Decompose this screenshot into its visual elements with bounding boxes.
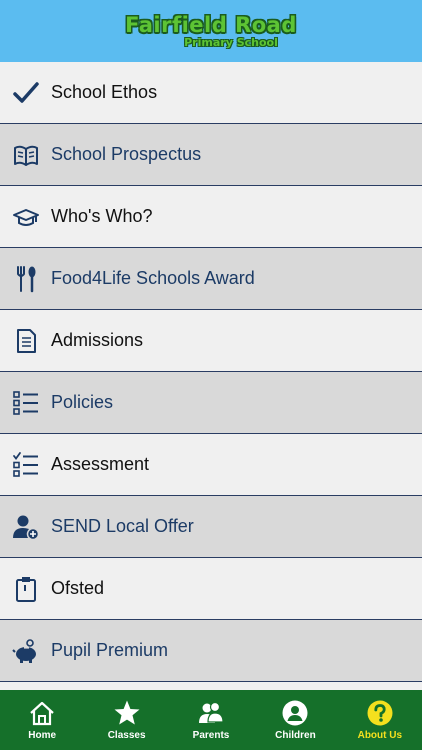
menu-item-label: School Ethos: [51, 82, 158, 102]
menu-item-label: Ofsted: [51, 578, 105, 598]
tab-label: Parents: [192, 730, 230, 741]
tab-parents[interactable]: Parents: [169, 690, 253, 750]
logo-subtitle: Primary School: [184, 35, 278, 49]
menu-item-label: Admissions: [51, 330, 144, 350]
tab-home[interactable]: Home: [0, 690, 84, 750]
fork-spoon-icon: [0, 265, 51, 293]
piggy-bank-icon: [0, 637, 51, 665]
checkbox-list-icon: [0, 389, 51, 417]
child-icon: [282, 700, 308, 726]
document-icon: [0, 327, 51, 355]
about-menu-list[interactable]: School Ethos School Prospectus Who's Who…: [0, 62, 422, 690]
menu-item-ofsted[interactable]: Ofsted: [0, 558, 422, 620]
question-icon: [367, 700, 393, 726]
tab-children[interactable]: Children: [253, 690, 337, 750]
star-icon: [114, 700, 140, 725]
menu-item-school-prospectus[interactable]: School Prospectus: [0, 124, 422, 186]
menu-item-food4life[interactable]: Food4Life Schools Award: [0, 248, 422, 310]
add-user-icon: [0, 513, 51, 541]
clipboard-icon: [0, 575, 51, 603]
book-icon: [0, 141, 51, 169]
menu-item-policies[interactable]: Policies: [0, 372, 422, 434]
menu-item-admissions[interactable]: Admissions: [0, 310, 422, 372]
menu-item-label: Assessment: [51, 454, 150, 474]
menu-item-label: School Prospectus: [51, 144, 202, 164]
tab-label: Home: [28, 730, 57, 741]
menu-item-label: Policies: [51, 392, 114, 412]
menu-item-label: SEND Local Offer: [51, 516, 194, 536]
menu-item-label: Pupil Premium: [51, 640, 169, 660]
tab-label: Classes: [107, 730, 146, 741]
app-header: Fairfield Road Primary School: [0, 0, 422, 62]
menu-item-label: Food4Life Schools Award: [51, 268, 255, 288]
checklist-icon: [0, 451, 51, 479]
menu-item-assessment[interactable]: Assessment: [0, 434, 422, 496]
menu-item-pupil-premium[interactable]: Pupil Premium: [0, 620, 422, 682]
graduation-cap-icon: [0, 203, 51, 231]
tab-bar: Home Classes Parents Children About Us: [0, 690, 422, 750]
tab-label: Children: [275, 730, 316, 741]
menu-item-whos-who[interactable]: Who's Who?: [0, 186, 422, 248]
home-icon: [30, 701, 54, 726]
checkmark-icon: [0, 79, 51, 107]
menu-item-school-ethos[interactable]: School Ethos: [0, 62, 422, 124]
menu-item-label: Who's Who?: [51, 206, 153, 226]
users-icon: [199, 701, 224, 723]
school-logo: Fairfield Road Primary School: [125, 12, 297, 49]
logo-title: Fairfield Road: [125, 12, 297, 37]
tab-classes[interactable]: Classes: [84, 690, 168, 750]
tab-label: About Us: [357, 730, 403, 741]
menu-item-send-local-offer[interactable]: SEND Local Offer: [0, 496, 422, 558]
tab-about-us[interactable]: About Us: [338, 690, 422, 750]
